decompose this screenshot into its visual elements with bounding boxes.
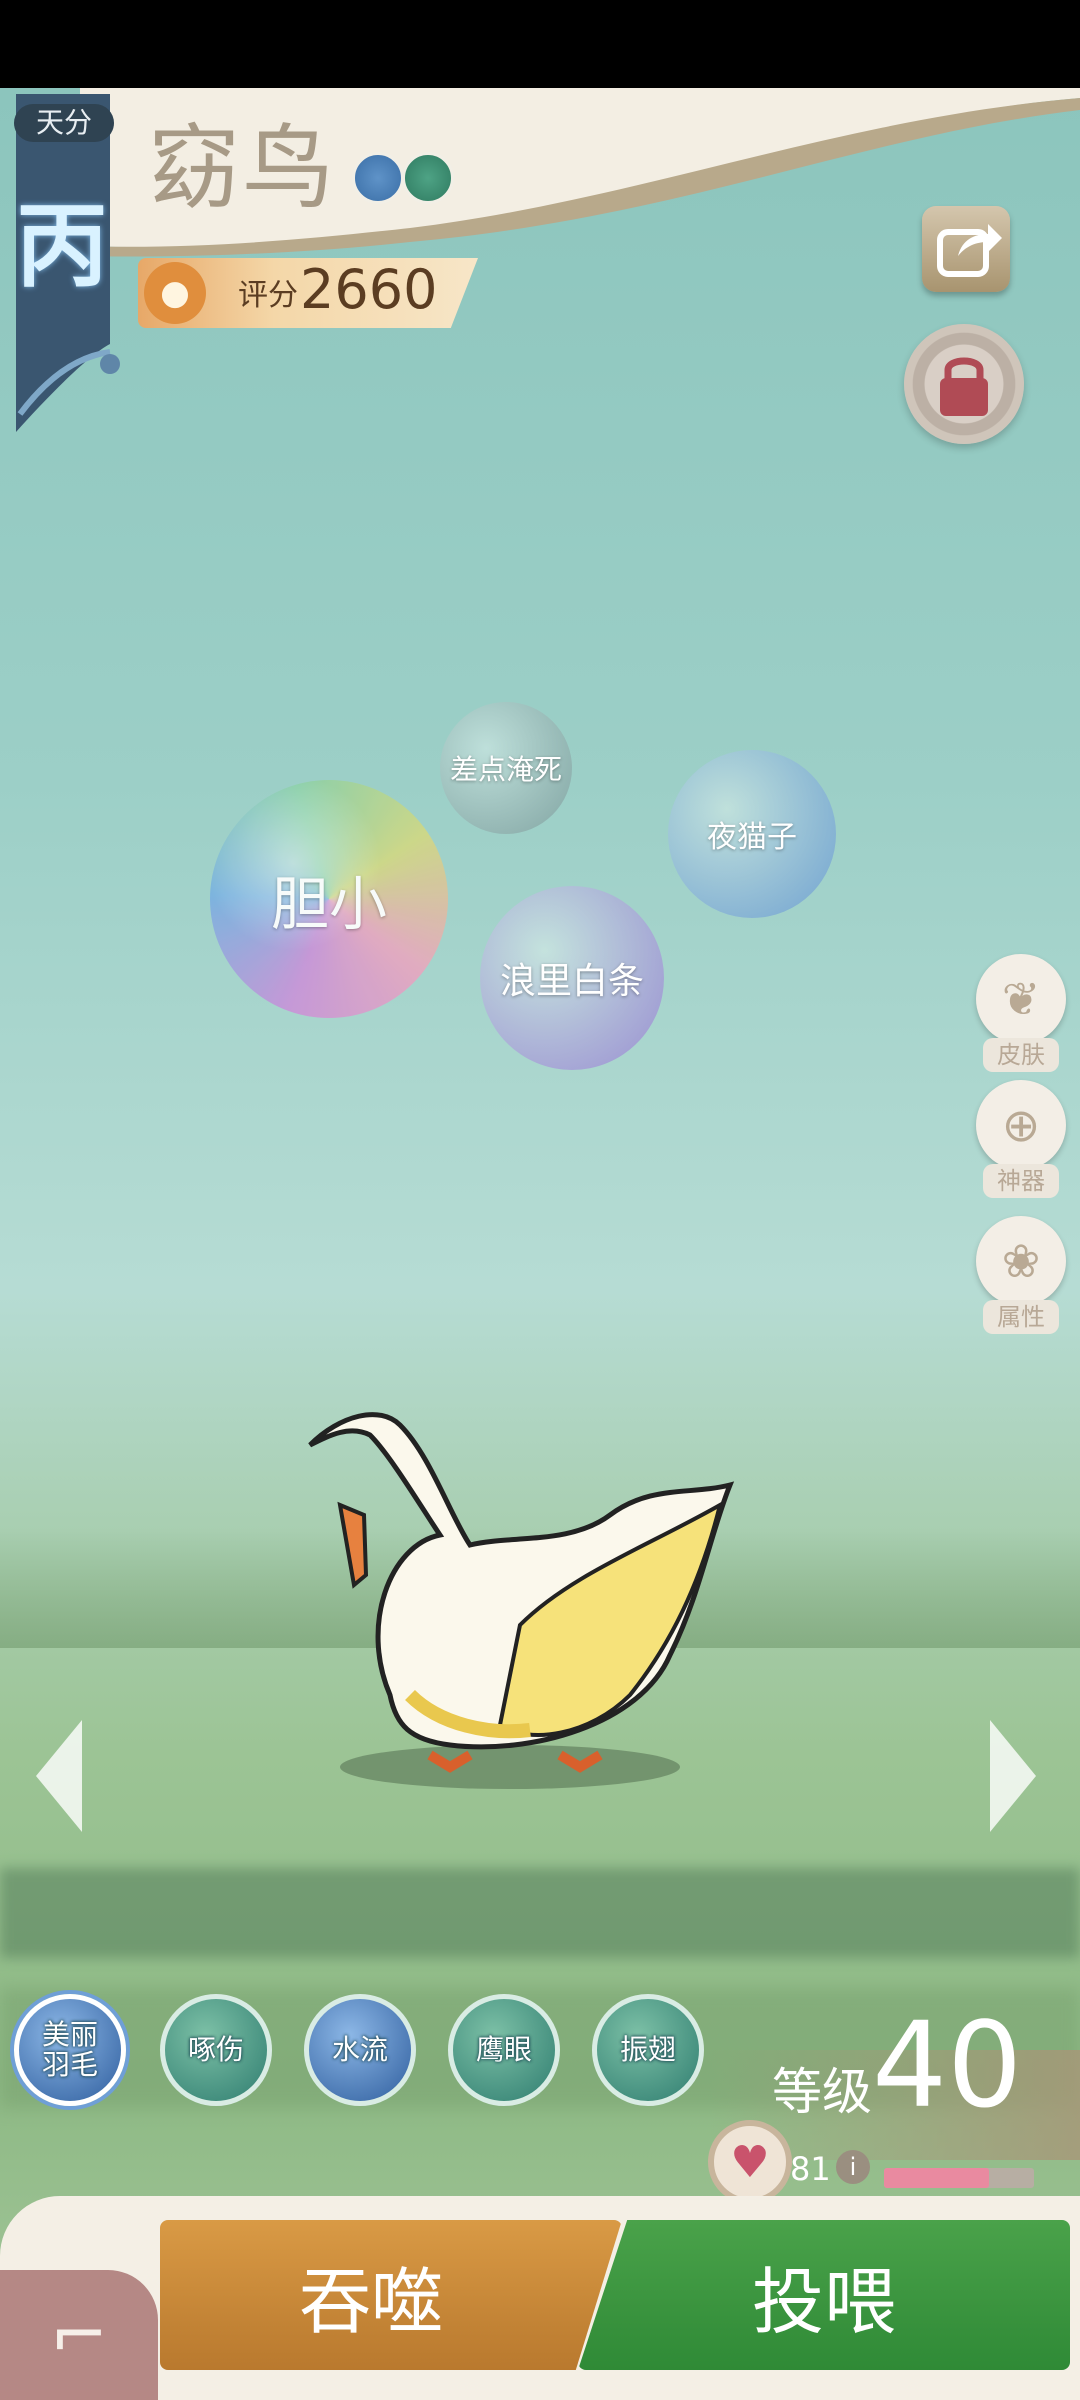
skill-label: 水流 — [331, 2033, 388, 2066]
skill-water-flow[interactable]: 水流 — [304, 1994, 416, 2106]
pet-goose[interactable] — [270, 1395, 750, 1795]
share-button[interactable] — [922, 206, 1010, 292]
affinity-bar-fill — [884, 2168, 989, 2188]
attributes-button[interactable]: ❀ 属性 — [976, 1216, 1066, 1334]
feed-button[interactable]: 投喂 — [578, 2220, 1070, 2370]
paw-icon: ❀ — [976, 1216, 1066, 1306]
artifact-button[interactable]: ⊕ 神器 — [976, 1080, 1066, 1198]
level-value: 40 — [872, 1996, 1023, 2134]
skill-label-line2: 羽毛 — [41, 2048, 98, 2081]
score-value: 2660 — [300, 258, 438, 321]
info-icon[interactable]: i — [836, 2150, 870, 2184]
side-label: 皮肤 — [983, 1038, 1059, 1072]
talent-grade: 丙 — [16, 192, 109, 300]
talent-label: 天分 — [14, 104, 114, 142]
skill-flap-wings[interactable]: 振翅 — [592, 1994, 704, 2106]
level-label: 等级 — [772, 2063, 872, 2121]
skill-label-line1: 美丽 — [41, 2018, 98, 2051]
wind-type-icon — [402, 152, 454, 204]
boot-icon: ⌐ — [49, 2294, 109, 2376]
pet-name: 窈鸟 — [148, 115, 337, 222]
side-label: 神器 — [983, 1164, 1059, 1198]
trait-bubble[interactable]: 浪里白条 — [480, 886, 664, 1070]
skill-eagle-eye[interactable]: 鹰眼 — [448, 1994, 560, 2106]
previous-pet-arrow[interactable] — [36, 1720, 82, 1832]
share-icon — [937, 224, 1002, 277]
next-pet-arrow[interactable] — [990, 1720, 1036, 1832]
devour-button[interactable]: 吞噬 — [160, 2220, 622, 2370]
score-label: 评分 — [238, 278, 298, 313]
heart-icon: ♥ — [708, 2120, 792, 2204]
skill-label: 鹰眼 — [475, 2033, 532, 2066]
lock-button[interactable] — [904, 324, 1024, 444]
skill-peck[interactable]: 啄伤 — [160, 1994, 272, 2106]
affinity-value: 81 — [790, 2150, 831, 2188]
trait-bubble[interactable]: 胆小 — [210, 780, 448, 1018]
status-bar — [0, 0, 1080, 88]
corner-menu-button[interactable]: ⌐ — [0, 2270, 158, 2400]
trait-bubble[interactable]: 差点淹死 — [440, 702, 572, 834]
side-label: 属性 — [983, 1300, 1059, 1334]
skin-button[interactable]: ❦ 皮肤 — [976, 954, 1066, 1072]
skill-label: 啄伤 — [187, 2033, 244, 2066]
butterfly-icon: ❦ — [976, 954, 1066, 1044]
water-type-icon — [352, 152, 404, 204]
lock-icon — [940, 357, 988, 416]
affinity-bar — [884, 2168, 1034, 2188]
plus-icon: ⊕ — [976, 1080, 1066, 1170]
skill-beautiful-feather[interactable]: 美丽 羽毛 — [14, 1994, 126, 2106]
paw-icon: ● — [144, 262, 206, 324]
grass-band-dark — [0, 1868, 1080, 1958]
skill-label: 振翅 — [619, 2033, 676, 2066]
trait-bubble[interactable]: 夜猫子 — [668, 750, 836, 918]
